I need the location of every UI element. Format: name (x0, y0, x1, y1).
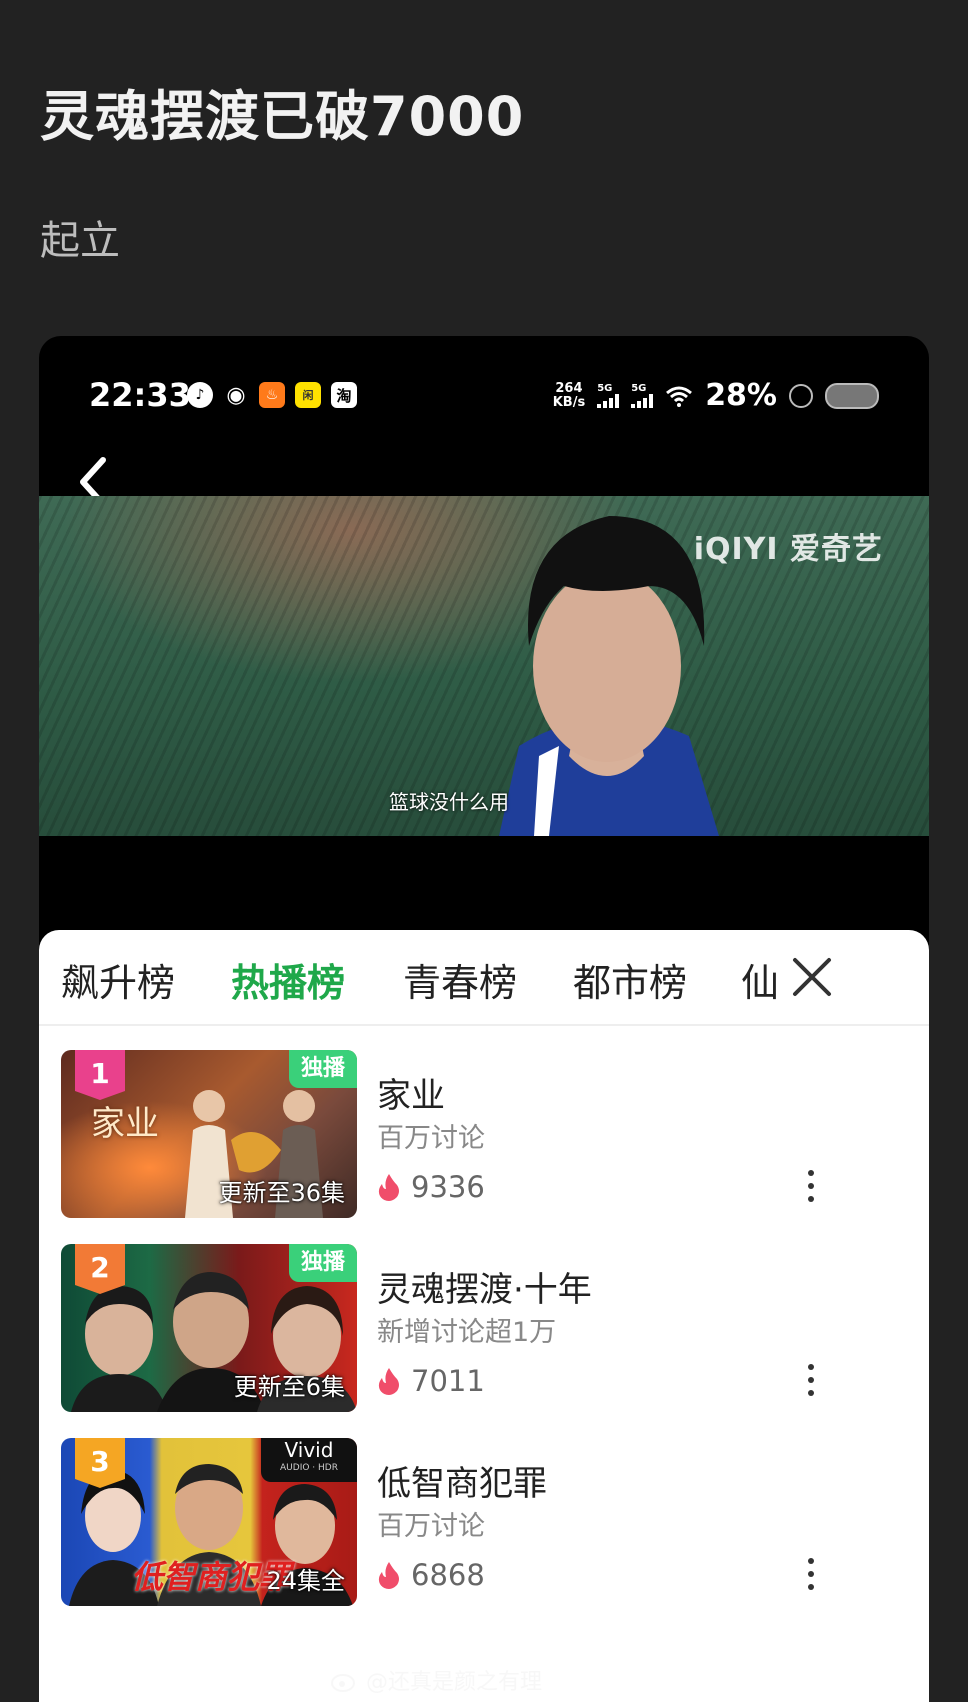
list-item[interactable]: 2 独播 更新至6集 灵魂摆渡·十年 新增讨论超1万 7011 (61, 1244, 911, 1414)
vivid-sub: AUDIO · HDR (280, 1463, 338, 1473)
ranking-panel: 飙升榜 热播榜 青春榜 都市榜 仙 家业 1 独播 更新至36集 家业 百万讨论… (39, 930, 929, 1702)
flame-icon (378, 1174, 399, 1201)
poster-thumbnail[interactable]: 低智商犯罪 3 Vivid AUDIO · HDR 24集全 (61, 1438, 357, 1606)
notification-icons: ♪ ◉ ♨ 闲 淘 (187, 382, 357, 408)
wifi-icon (666, 386, 693, 407)
post-title: 灵魂摆渡已破7000 (40, 85, 525, 148)
heat-value: 9336 (411, 1170, 485, 1204)
embedded-screenshot: 22:33 ♪ ◉ ♨ 闲 淘 264 KB/s 5G 5G 28% iQIYI… (39, 336, 929, 1702)
more-options-icon[interactable] (801, 1362, 821, 1398)
net-type-1: 5G (597, 382, 613, 394)
status-time: 22:33 (89, 376, 191, 414)
heat-score: 7011 (377, 1364, 485, 1398)
weibo-icon: ◉ (226, 382, 246, 408)
episode-status: 更新至36集 (218, 1179, 345, 1207)
video-watermark: iQIYI 爱奇艺 (693, 532, 883, 567)
status-bar: 22:33 ♪ ◉ ♨ 闲 淘 264 KB/s 5G 5G 28% (39, 336, 929, 456)
credit-text: @还真是颜之有理 (366, 1670, 543, 1695)
charging-icon (789, 383, 813, 408)
signal-icon: 5G (597, 382, 620, 408)
weibo-watermark: @还真是颜之有理 (330, 1664, 542, 1696)
net-type-2: 5G (631, 382, 647, 394)
heat-value: 6868 (411, 1558, 485, 1592)
list-item[interactable]: 低智商犯罪 3 Vivid AUDIO · HDR 24集全 低智商犯罪 百万讨… (61, 1438, 911, 1608)
show-title[interactable]: 灵魂摆渡·十年 (377, 1262, 592, 1311)
poster-title: 家业 (91, 1104, 159, 1144)
exclusive-badge: 独播 (288, 1050, 357, 1088)
battery-percent: 28% (705, 378, 777, 413)
show-desc: 百万讨论 (377, 1511, 485, 1542)
store-icon: ♨ (259, 382, 285, 408)
tab-rising[interactable]: 飙升榜 (61, 952, 175, 1007)
xianyu-icon: 闲 (295, 382, 321, 408)
signal-icon: 5G (631, 382, 654, 408)
vivid-label: Vivid (284, 1438, 334, 1462)
show-desc: 新增讨论超1万 (377, 1317, 557, 1348)
tab-xianxia[interactable]: 仙 (741, 952, 779, 1007)
tab-hot[interactable]: 热播榜 (231, 952, 345, 1007)
episode-status: 更新至6集 (233, 1373, 345, 1401)
tab-urban[interactable]: 都市榜 (573, 952, 687, 1007)
tab-youth[interactable]: 青春榜 (403, 952, 517, 1007)
tiktok-icon: ♪ (187, 382, 213, 408)
rank-badge: 2 (75, 1244, 125, 1294)
status-right: 264 KB/s 5G 5G 28% (553, 378, 879, 413)
show-title[interactable]: 低智商犯罪 (377, 1456, 547, 1505)
poster-thumbnail[interactable]: 家业 1 独播 更新至36集 (61, 1050, 357, 1218)
video-player[interactable]: iQIYI 爱奇艺 篮球没什么用 (39, 496, 929, 836)
heat-score: 6868 (377, 1558, 485, 1592)
ranking-tabs: 飙升榜 热播榜 青春榜 都市榜 仙 (39, 930, 929, 1026)
network-speed: 264 KB/s (552, 380, 586, 410)
episode-status: 24集全 (266, 1567, 345, 1595)
flame-icon (378, 1562, 399, 1589)
more-options-icon[interactable] (801, 1556, 821, 1592)
heat-score: 9336 (377, 1170, 485, 1204)
close-icon[interactable] (789, 954, 835, 1000)
poster-thumbnail[interactable]: 2 独播 更新至6集 (61, 1244, 357, 1412)
speed-unit: KB/s (552, 394, 586, 410)
flame-icon (378, 1368, 399, 1395)
taobao-icon: 淘 (331, 382, 357, 408)
list-item[interactable]: 家业 1 独播 更新至36集 家业 百万讨论 9336 (61, 1050, 911, 1220)
heat-value: 7011 (411, 1364, 485, 1398)
battery-icon (825, 382, 879, 409)
video-subtitle: 篮球没什么用 (389, 790, 509, 814)
show-desc: 百万讨论 (377, 1123, 485, 1154)
speed-value: 264 (555, 380, 583, 396)
vivid-badge: Vivid AUDIO · HDR (261, 1438, 357, 1482)
more-options-icon[interactable] (801, 1168, 821, 1204)
show-title[interactable]: 家业 (377, 1068, 445, 1117)
post-subtitle: 起立 (40, 218, 120, 264)
weibo-icon (331, 1674, 355, 1692)
rank-badge: 3 (75, 1438, 125, 1488)
exclusive-badge: 独播 (288, 1244, 357, 1282)
rank-badge: 1 (75, 1050, 125, 1100)
